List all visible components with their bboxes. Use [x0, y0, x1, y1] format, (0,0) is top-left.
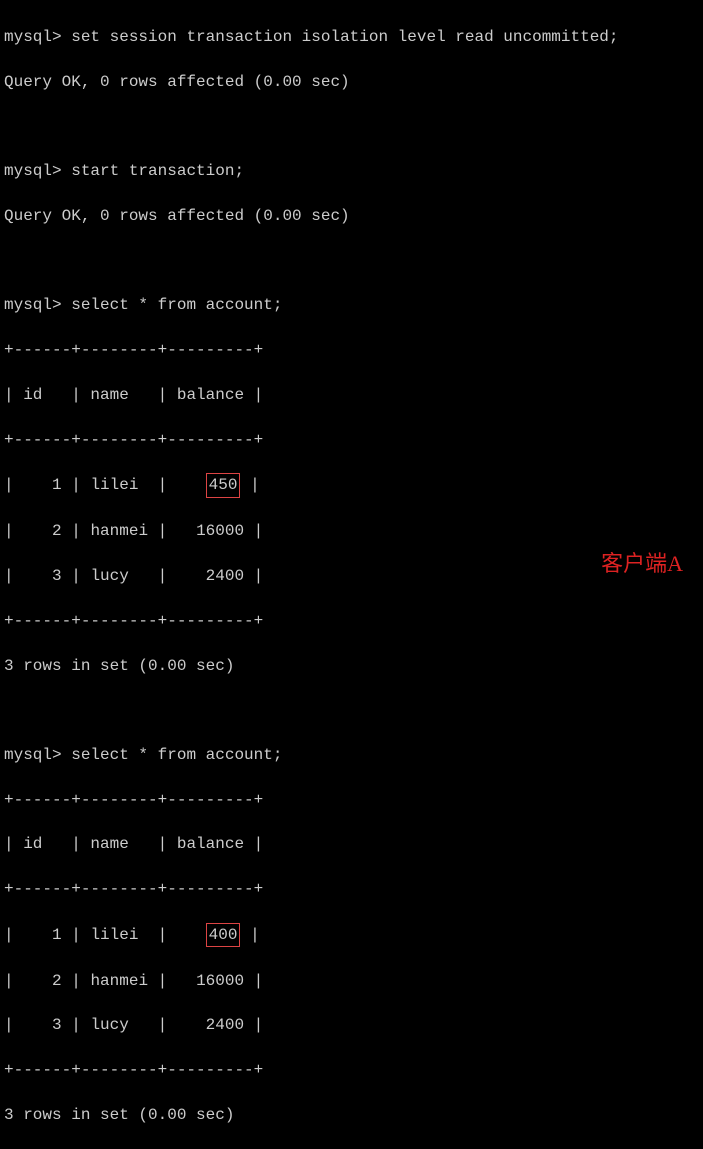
response-line: Query OK, 0 rows affected (0.00 sec): [4, 205, 699, 227]
table-border: +------+--------+---------+: [4, 610, 699, 632]
command-text: start transaction;: [71, 162, 244, 180]
table-border: +------+--------+---------+: [4, 429, 699, 451]
col-name: name: [90, 386, 128, 404]
col-id: id: [23, 835, 42, 853]
table-border: +------+--------+---------+: [4, 339, 699, 361]
col-balance: balance: [177, 835, 244, 853]
command-text: set session transaction isolation level …: [71, 28, 618, 46]
table-row: | 3 | lucy | 2400 |: [4, 1014, 699, 1036]
prompt: mysql>: [4, 162, 62, 180]
command-line-1: mysql> set session transaction isolation…: [4, 26, 699, 48]
command-line-2: mysql> start transaction;: [4, 160, 699, 182]
highlighted-value: 450: [206, 473, 241, 497]
table-row: | 2 | hanmei | 16000 |: [4, 970, 699, 992]
table-header: | id | name | balance |: [4, 833, 699, 855]
table-header: | id | name | balance |: [4, 384, 699, 406]
col-id: id: [23, 386, 42, 404]
table-row: | 1 | lilei | 450 |: [4, 473, 699, 497]
prompt: mysql>: [4, 28, 62, 46]
col-balance: balance: [177, 386, 244, 404]
table-border: +------+--------+---------+: [4, 1059, 699, 1081]
command-line-4: mysql> select * from account;: [4, 744, 699, 766]
command-text: select * from account;: [71, 746, 282, 764]
table-row: | 3 | lucy | 2400 |: [4, 565, 699, 587]
command-line-3: mysql> select * from account;: [4, 294, 699, 316]
response-line: Query OK, 0 rows affected (0.00 sec): [4, 71, 699, 93]
table-border: +------+--------+---------+: [4, 878, 699, 900]
table-row: | 2 | hanmei | 16000 |: [4, 520, 699, 542]
prompt: mysql>: [4, 746, 62, 764]
result-summary: 3 rows in set (0.00 sec): [4, 655, 699, 677]
col-name: name: [90, 835, 128, 853]
prompt: mysql>: [4, 296, 62, 314]
command-text: select * from account;: [71, 296, 282, 314]
terminal-output: mysql> set session transaction isolation…: [4, 4, 699, 1149]
table-row: | 1 | lilei | 400 |: [4, 923, 699, 947]
client-label: 客户端A: [601, 549, 683, 580]
highlighted-value: 400: [206, 923, 241, 947]
table-border: +------+--------+---------+: [4, 789, 699, 811]
result-summary: 3 rows in set (0.00 sec): [4, 1104, 699, 1126]
